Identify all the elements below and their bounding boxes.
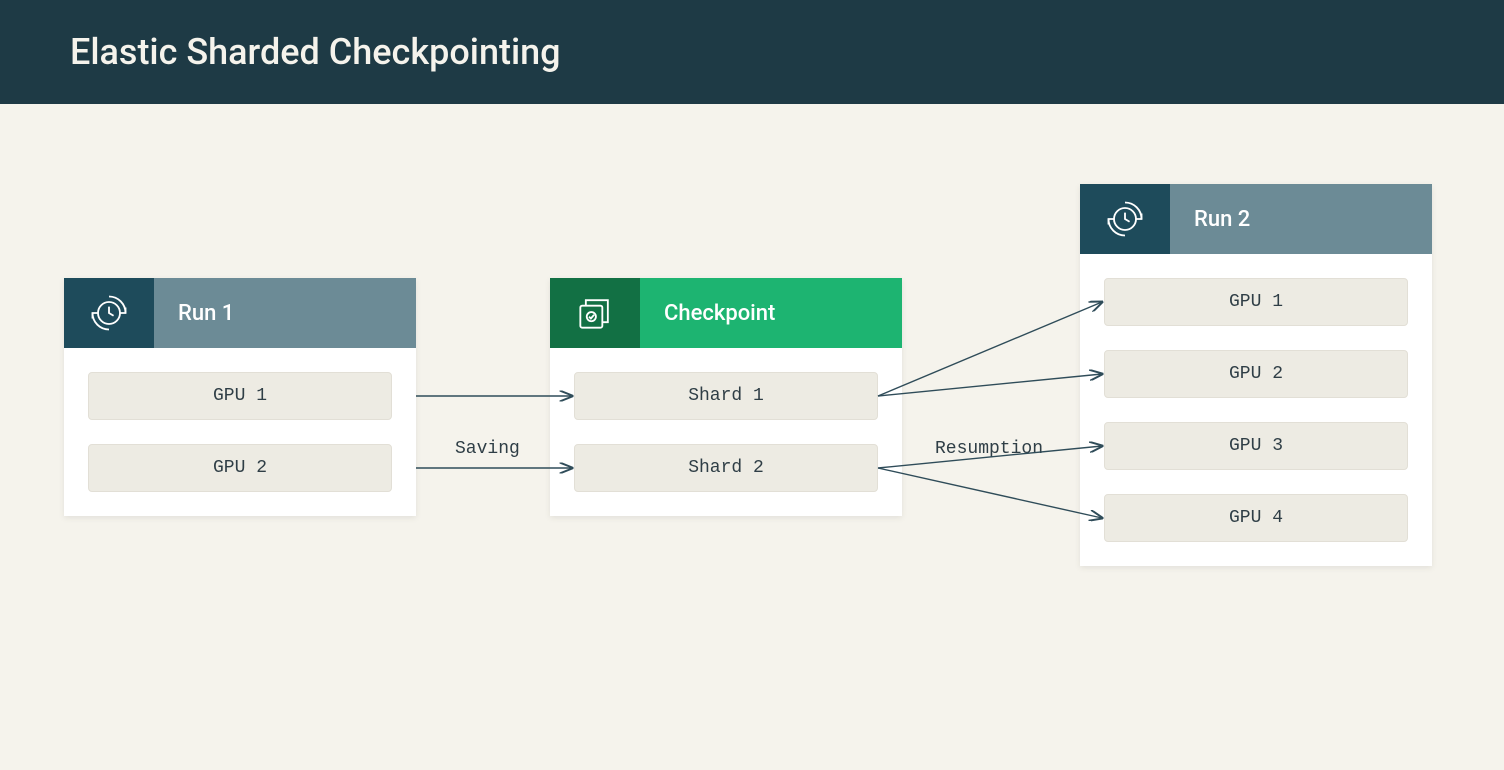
page-header: Elastic Sharded Checkpointing: [0, 0, 1504, 104]
checkpoint-card: Checkpoint Shard 1 Shard 2: [550, 278, 902, 516]
checkpoint-header: Checkpoint: [550, 278, 902, 348]
checkpoint-shard-item: Shard 1: [574, 372, 878, 420]
run2-header: Run 2: [1080, 184, 1432, 254]
arrow-shard1-gpu1: [878, 302, 1102, 396]
checkpoint-title: Checkpoint: [640, 278, 902, 348]
clock-refresh-icon: [64, 278, 154, 348]
run1-body: GPU 1 GPU 2: [64, 348, 416, 516]
arrow-shard1-gpu2: [878, 374, 1102, 396]
run1-header: Run 1: [64, 278, 416, 348]
clock-refresh-icon: [1080, 184, 1170, 254]
page-title: Elastic Sharded Checkpointing: [70, 31, 561, 73]
run2-title: Run 2: [1170, 184, 1432, 254]
resumption-label: Resumption: [935, 439, 1043, 459]
checkpoint-stack-icon: [550, 278, 640, 348]
run1-card: Run 1 GPU 1 GPU 2: [64, 278, 416, 516]
run1-gpu-item: GPU 1: [88, 372, 392, 420]
run1-title: Run 1: [154, 278, 416, 348]
run2-gpu-item: GPU 3: [1104, 422, 1408, 470]
run2-gpu-item: GPU 2: [1104, 350, 1408, 398]
run2-card: Run 2 GPU 1 GPU 2 GPU 3 GPU 4: [1080, 184, 1432, 566]
checkpoint-shard-item: Shard 2: [574, 444, 878, 492]
run2-gpu-item: GPU 4: [1104, 494, 1408, 542]
run1-gpu-item: GPU 2: [88, 444, 392, 492]
arrow-shard2-gpu4: [878, 468, 1102, 518]
run2-body: GPU 1 GPU 2 GPU 3 GPU 4: [1080, 254, 1432, 566]
run2-gpu-item: GPU 1: [1104, 278, 1408, 326]
checkpoint-body: Shard 1 Shard 2: [550, 348, 902, 516]
diagram-canvas: Run 1 GPU 1 GPU 2 Checkpoint Shard 1 Sha…: [0, 104, 1504, 770]
saving-label: Saving: [455, 439, 520, 459]
